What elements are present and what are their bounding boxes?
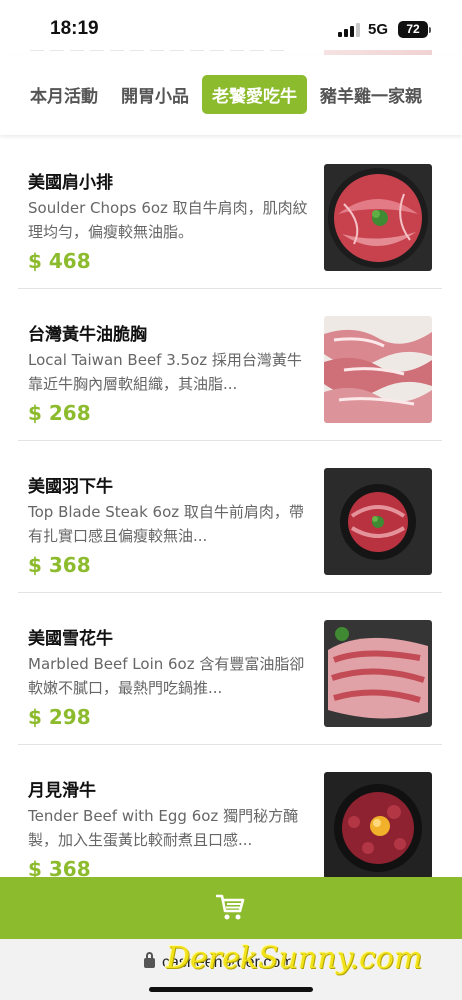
menu-item[interactable]: 台灣黃牛油脆胸 Local Taiwan Beef 3.5oz 採用台灣黃牛靠近… bbox=[18, 290, 442, 441]
item-name: 美國肩小排 bbox=[28, 173, 113, 193]
watermark: DerekSunny.com bbox=[166, 941, 423, 976]
menu-item[interactable]: 美國羽下牛 Top Blade Steak 6oz 取自牛前肩肉，帶有扎實口感且… bbox=[18, 442, 442, 593]
item-price: $ 468 bbox=[28, 249, 91, 273]
battery-icon: 72 bbox=[398, 21, 431, 38]
home-indicator[interactable] bbox=[149, 987, 313, 992]
cart-bar[interactable] bbox=[0, 877, 462, 939]
item-image[interactable] bbox=[324, 316, 432, 423]
item-description: Top Blade Steak 6oz 取自牛前肩肉，帶有扎實口感且偏瘦較無油.… bbox=[28, 503, 304, 545]
item-name: 台灣黃牛油脆胸 bbox=[28, 325, 147, 345]
browser-url-bar[interactable]: casheenorder.com DerekSunny.com bbox=[0, 939, 462, 1000]
status-bar: 18:19 5G 72 bbox=[0, 0, 462, 50]
menu-item[interactable]: 美國肩小排 Soulder Chops 6oz 取自牛肩肉，肌肉紋理均勻，偏瘦較… bbox=[18, 138, 442, 289]
tab-2[interactable]: 老饕愛吃牛 bbox=[202, 75, 307, 114]
item-image[interactable] bbox=[324, 620, 432, 727]
item-image[interactable] bbox=[324, 468, 432, 575]
network-label: 5G bbox=[368, 21, 389, 38]
menu-item[interactable]: 美國雪花牛 Marbled Beef Loin 6oz 含有豐富油脂卻軟嫩不膩口… bbox=[18, 594, 442, 745]
cart-icon[interactable] bbox=[216, 893, 246, 921]
item-description: Tender Beef with Egg 6oz 獨門秘方醃製，加入生蛋黃比較耐… bbox=[28, 807, 299, 849]
item-price: $ 298 bbox=[28, 705, 91, 729]
item-name: 月見滑牛 bbox=[28, 781, 96, 801]
tab-0[interactable]: 本月活動 bbox=[20, 75, 108, 114]
item-price: $ 368 bbox=[28, 553, 91, 577]
tab-3[interactable]: 豬羊雞一家親 bbox=[310, 75, 432, 114]
item-image[interactable] bbox=[324, 772, 432, 879]
category-tab-bar: 本月活動 開胃小品 老饕愛吃牛 豬羊雞一家親 bbox=[0, 55, 462, 135]
tab-1[interactable]: 開胃小品 bbox=[111, 75, 199, 114]
item-name: 美國羽下牛 bbox=[28, 477, 113, 497]
menu-item[interactable]: 月見滑牛 Tender Beef with Egg 6oz 獨門秘方醃製，加入生… bbox=[18, 746, 442, 897]
item-description: Marbled Beef Loin 6oz 含有豐富油脂卻軟嫩不膩口，最熱門吃鍋… bbox=[28, 655, 305, 697]
item-price: $ 268 bbox=[28, 401, 91, 425]
lock-icon bbox=[144, 952, 155, 968]
signal-icon bbox=[338, 23, 360, 37]
item-name: 美國雪花牛 bbox=[28, 629, 113, 649]
item-description: Soulder Chops 6oz 取自牛肩肉，肌肉紋理均勻，偏瘦較無油脂。 bbox=[28, 199, 308, 241]
item-description: Local Taiwan Beef 3.5oz 採用台灣黃牛靠近牛胸內層軟組織，… bbox=[28, 351, 302, 393]
status-time: 18:19 bbox=[50, 18, 99, 39]
item-image[interactable] bbox=[324, 164, 432, 271]
